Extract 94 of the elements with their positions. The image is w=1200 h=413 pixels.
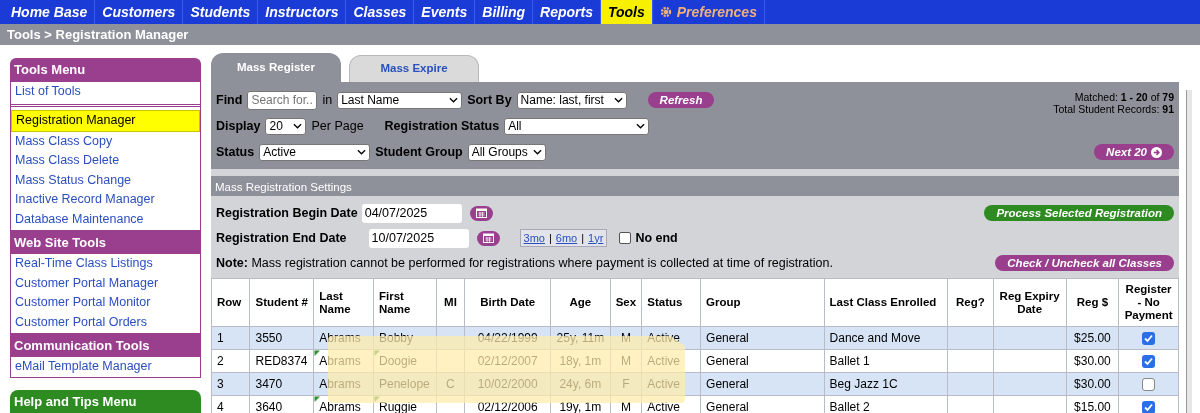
field-label: Per Page <box>311 117 364 135</box>
chevron-down-icon <box>357 149 367 155</box>
table-cell: 4 <box>211 395 250 413</box>
column-header: First Name <box>373 278 437 327</box>
refresh-button[interactable]: Refresh <box>647 92 715 108</box>
calendar-icon[interactable] <box>469 205 493 221</box>
total-records: Total Student Records: 91 <box>1053 103 1174 115</box>
column-header: Reg $ <box>1066 278 1119 327</box>
link-separator: | <box>581 231 585 244</box>
duration-link[interactable]: 3mo <box>523 231 545 244</box>
arrow-right-icon <box>1151 146 1162 158</box>
no-end-checkbox[interactable] <box>619 232 632 244</box>
column-header: Row <box>211 278 250 327</box>
field-label: in <box>322 91 333 109</box>
field-label: No end <box>635 229 678 247</box>
chevron-down-icon <box>449 97 459 103</box>
matched-count: Matched: 1 - 20 of 79 <box>1073 91 1174 103</box>
sidebar-link[interactable]: Database Maintenance <box>11 210 200 230</box>
sidebar-link[interactable]: eMail Template Manager <box>11 357 200 377</box>
student-group-dropdown[interactable]: All Groups <box>467 143 546 161</box>
menu-header: Communication Tools <box>10 333 201 358</box>
table-cell: 3 <box>211 372 250 396</box>
check-all-button[interactable]: Check / Uncheck all Classes <box>995 255 1174 271</box>
field-label: Registration Status <box>384 117 500 135</box>
table-cell: RED8374 <box>249 349 314 373</box>
duration-link[interactable]: 6mo <box>555 231 578 244</box>
process-registration-button[interactable]: Process Selected Registration <box>984 205 1174 221</box>
table-cell: Ballet 1 <box>824 349 948 373</box>
sidebar-link[interactable]: List of Tools <box>11 81 200 102</box>
status-dropdown[interactable]: Active <box>259 143 371 161</box>
chevron-down-icon <box>293 123 303 129</box>
column-header: Student # <box>249 278 314 327</box>
table-cell: General <box>700 372 825 396</box>
chevron-down-icon <box>636 123 646 129</box>
menu-header: Help and Tips Menu <box>10 389 201 413</box>
table-cell: General <box>700 349 825 373</box>
table-cell: 2 <box>211 349 250 373</box>
field-label: Status <box>216 143 255 161</box>
calendar-icon[interactable] <box>476 230 500 246</box>
sidebar-link[interactable]: Real-Time Class Listings <box>11 254 200 274</box>
breadcrumb: Tools > Registration Manager <box>0 24 1200 45</box>
sidebar-link[interactable]: Registration Manager <box>11 110 200 132</box>
field-label: Sort By <box>467 91 512 109</box>
search-field[interactable]: Search for... <box>247 90 318 110</box>
section-header: Mass Registration Settings <box>211 176 1179 196</box>
sidebar-link[interactable]: Customer Portal Manager <box>11 273 200 294</box>
column-header: Last Class Enrolled <box>824 278 948 327</box>
tab[interactable]: Mass Expire <box>349 55 479 82</box>
sidebar-link[interactable]: Mass Status Change <box>11 170 200 191</box>
sidebar-link[interactable]: Mass Class Copy <box>11 131 200 152</box>
menu-header: Web Site Tools <box>10 230 201 255</box>
field-label: Display <box>216 117 261 135</box>
column-header: Register - No Payment <box>1118 278 1179 327</box>
date-field[interactable]: 04/07/2025 <box>361 203 462 223</box>
note-text: Note: Mass registration cannot be performed for registrations where payment is collected at time of registration. <box>216 254 833 272</box>
column-header: Sex <box>610 278 642 327</box>
checkbox[interactable] <box>1142 354 1156 368</box>
menu-header: Tools Menu <box>10 58 201 82</box>
duration-link[interactable]: 1yr <box>588 231 604 244</box>
column-header: Last Name <box>313 278 374 327</box>
field-label: Registration End Date <box>216 229 347 247</box>
sidebar-link[interactable]: Mass Class Delete <box>11 151 200 171</box>
field-label: Student Group <box>375 143 463 161</box>
link-separator: | <box>549 231 552 244</box>
column-header: MI <box>436 278 465 327</box>
column-header: Reg Expiry Date <box>993 278 1067 327</box>
checkbox[interactable] <box>1142 377 1156 391</box>
sort-dropdown[interactable]: Name: last, first <box>516 91 627 109</box>
page-size-dropdown[interactable]: 20 <box>265 117 307 135</box>
field-label: Find <box>216 91 243 109</box>
column-header: Reg? <box>947 278 994 327</box>
next-page-button[interactable]: Next 20 <box>1094 144 1174 160</box>
chevron-down-icon <box>613 97 623 103</box>
table-cell: 1 <box>211 326 250 350</box>
checkbox[interactable] <box>1142 331 1156 345</box>
checkbox[interactable] <box>1142 400 1156 413</box>
table-cell: Beg Jazz 1C <box>824 372 948 396</box>
table-cell: $30.00 <box>1066 349 1119 373</box>
table-cell: General <box>700 326 825 350</box>
field-label: Registration Begin Date <box>216 204 358 222</box>
chevron-down-icon <box>532 149 542 155</box>
gear-icon <box>659 6 672 18</box>
date-field[interactable]: 10/07/2025 <box>368 228 469 248</box>
column-header: Status <box>641 278 701 327</box>
column-header: Age <box>550 278 610 327</box>
column-header: Birth Date <box>464 278 551 327</box>
nav-link[interactable]: Tools <box>600 0 653 24</box>
table-cell: Dance and Move <box>824 326 948 350</box>
column-header: Group <box>700 278 825 327</box>
sidebar-link[interactable]: Customer Portal Orders <box>11 312 200 333</box>
sidebar-link[interactable]: Inactive Record Manager <box>11 190 200 211</box>
registration-status-dropdown[interactable]: All <box>504 117 650 135</box>
search-field-dropdown[interactable]: Last Name <box>337 91 463 109</box>
sidebar-link[interactable]: Customer Portal Monitor <box>11 293 200 313</box>
